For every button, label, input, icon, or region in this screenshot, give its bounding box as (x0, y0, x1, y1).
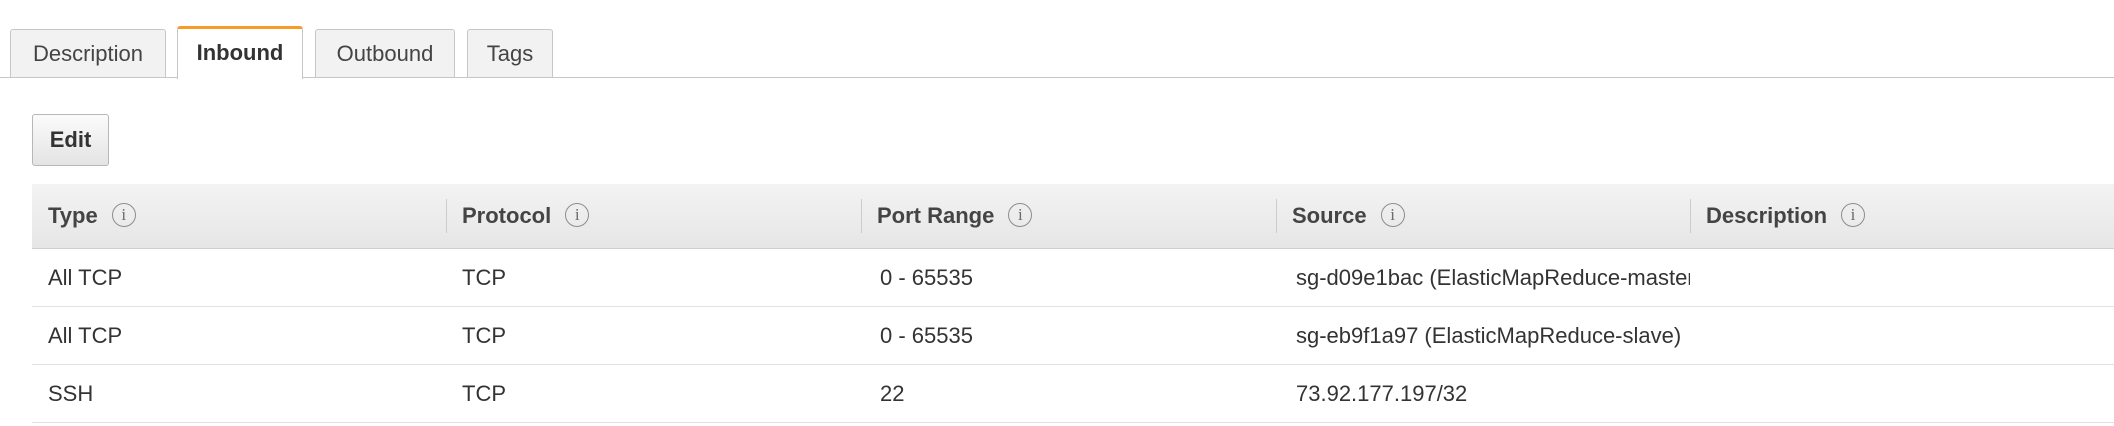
table-row[interactable]: All TCP TCP 0 - 65535 sg-eb9f1a97 (Elast… (32, 307, 2114, 365)
cell-source: 73.92.177.197/32 (1296, 381, 1468, 406)
tab-inbound[interactable]: Inbound (177, 26, 303, 79)
tab-outbound[interactable]: Outbound (315, 29, 455, 78)
detail-tabs: Description Inbound Outbound Tags (0, 0, 2114, 79)
cell-description (1690, 249, 2114, 306)
info-icon[interactable]: i (1841, 203, 1866, 228)
column-divider (861, 199, 862, 233)
cell-protocol: TCP (462, 323, 506, 348)
column-header-label: Protocol (462, 203, 552, 228)
inbound-rules-table: Type i Protocol i Port Range i Source i Desc… (32, 184, 2114, 423)
column-header-label: Source (1292, 203, 1367, 228)
cell-source: sg-eb9f1a97 (ElasticMapReduce-slave) (1296, 323, 1682, 348)
column-header-description[interactable]: Description i (1690, 184, 2114, 248)
column-divider (1690, 199, 1691, 233)
cell-protocol: TCP (462, 381, 506, 406)
column-header-source[interactable]: Source i (1276, 184, 1690, 248)
column-header-type[interactable]: Type i (32, 184, 446, 248)
cell-description (1690, 365, 2114, 422)
cell-description (1690, 307, 2114, 364)
info-icon[interactable]: i (1380, 203, 1405, 228)
cell-port-range: 0 - 65535 (880, 265, 973, 290)
table-header: Type i Protocol i Port Range i Source i Desc… (32, 184, 2114, 249)
cell-protocol: TCP (462, 265, 506, 290)
edit-button[interactable]: Edit (32, 114, 109, 166)
cell-port-range: 0 - 65535 (880, 323, 973, 348)
column-header-label: Description (1706, 203, 1828, 228)
table-row[interactable]: SSH TCP 22 73.92.177.197/32 (32, 365, 2114, 423)
info-icon[interactable]: i (1008, 203, 1033, 228)
column-header-protocol[interactable]: Protocol i (446, 184, 861, 248)
cell-port-range: 22 (880, 381, 905, 406)
tab-tags[interactable]: Tags (467, 29, 553, 78)
cell-type: All TCP (48, 323, 123, 348)
cell-source: sg-d09e1bac (ElasticMapReduce-master) (1296, 265, 1690, 290)
column-divider (446, 199, 447, 233)
column-header-port-range[interactable]: Port Range i (861, 184, 1276, 248)
cell-type: SSH (48, 381, 94, 406)
tabs-divider (0, 77, 2114, 78)
column-header-label: Port Range (877, 203, 995, 228)
column-divider (1276, 199, 1277, 233)
info-icon[interactable]: i (565, 203, 590, 228)
column-header-label: Type (48, 203, 98, 228)
tab-description[interactable]: Description (10, 29, 166, 78)
cell-type: All TCP (48, 265, 123, 290)
table-row[interactable]: All TCP TCP 0 - 65535 sg-d09e1bac (Elast… (32, 249, 2114, 307)
info-icon[interactable]: i (111, 203, 136, 228)
